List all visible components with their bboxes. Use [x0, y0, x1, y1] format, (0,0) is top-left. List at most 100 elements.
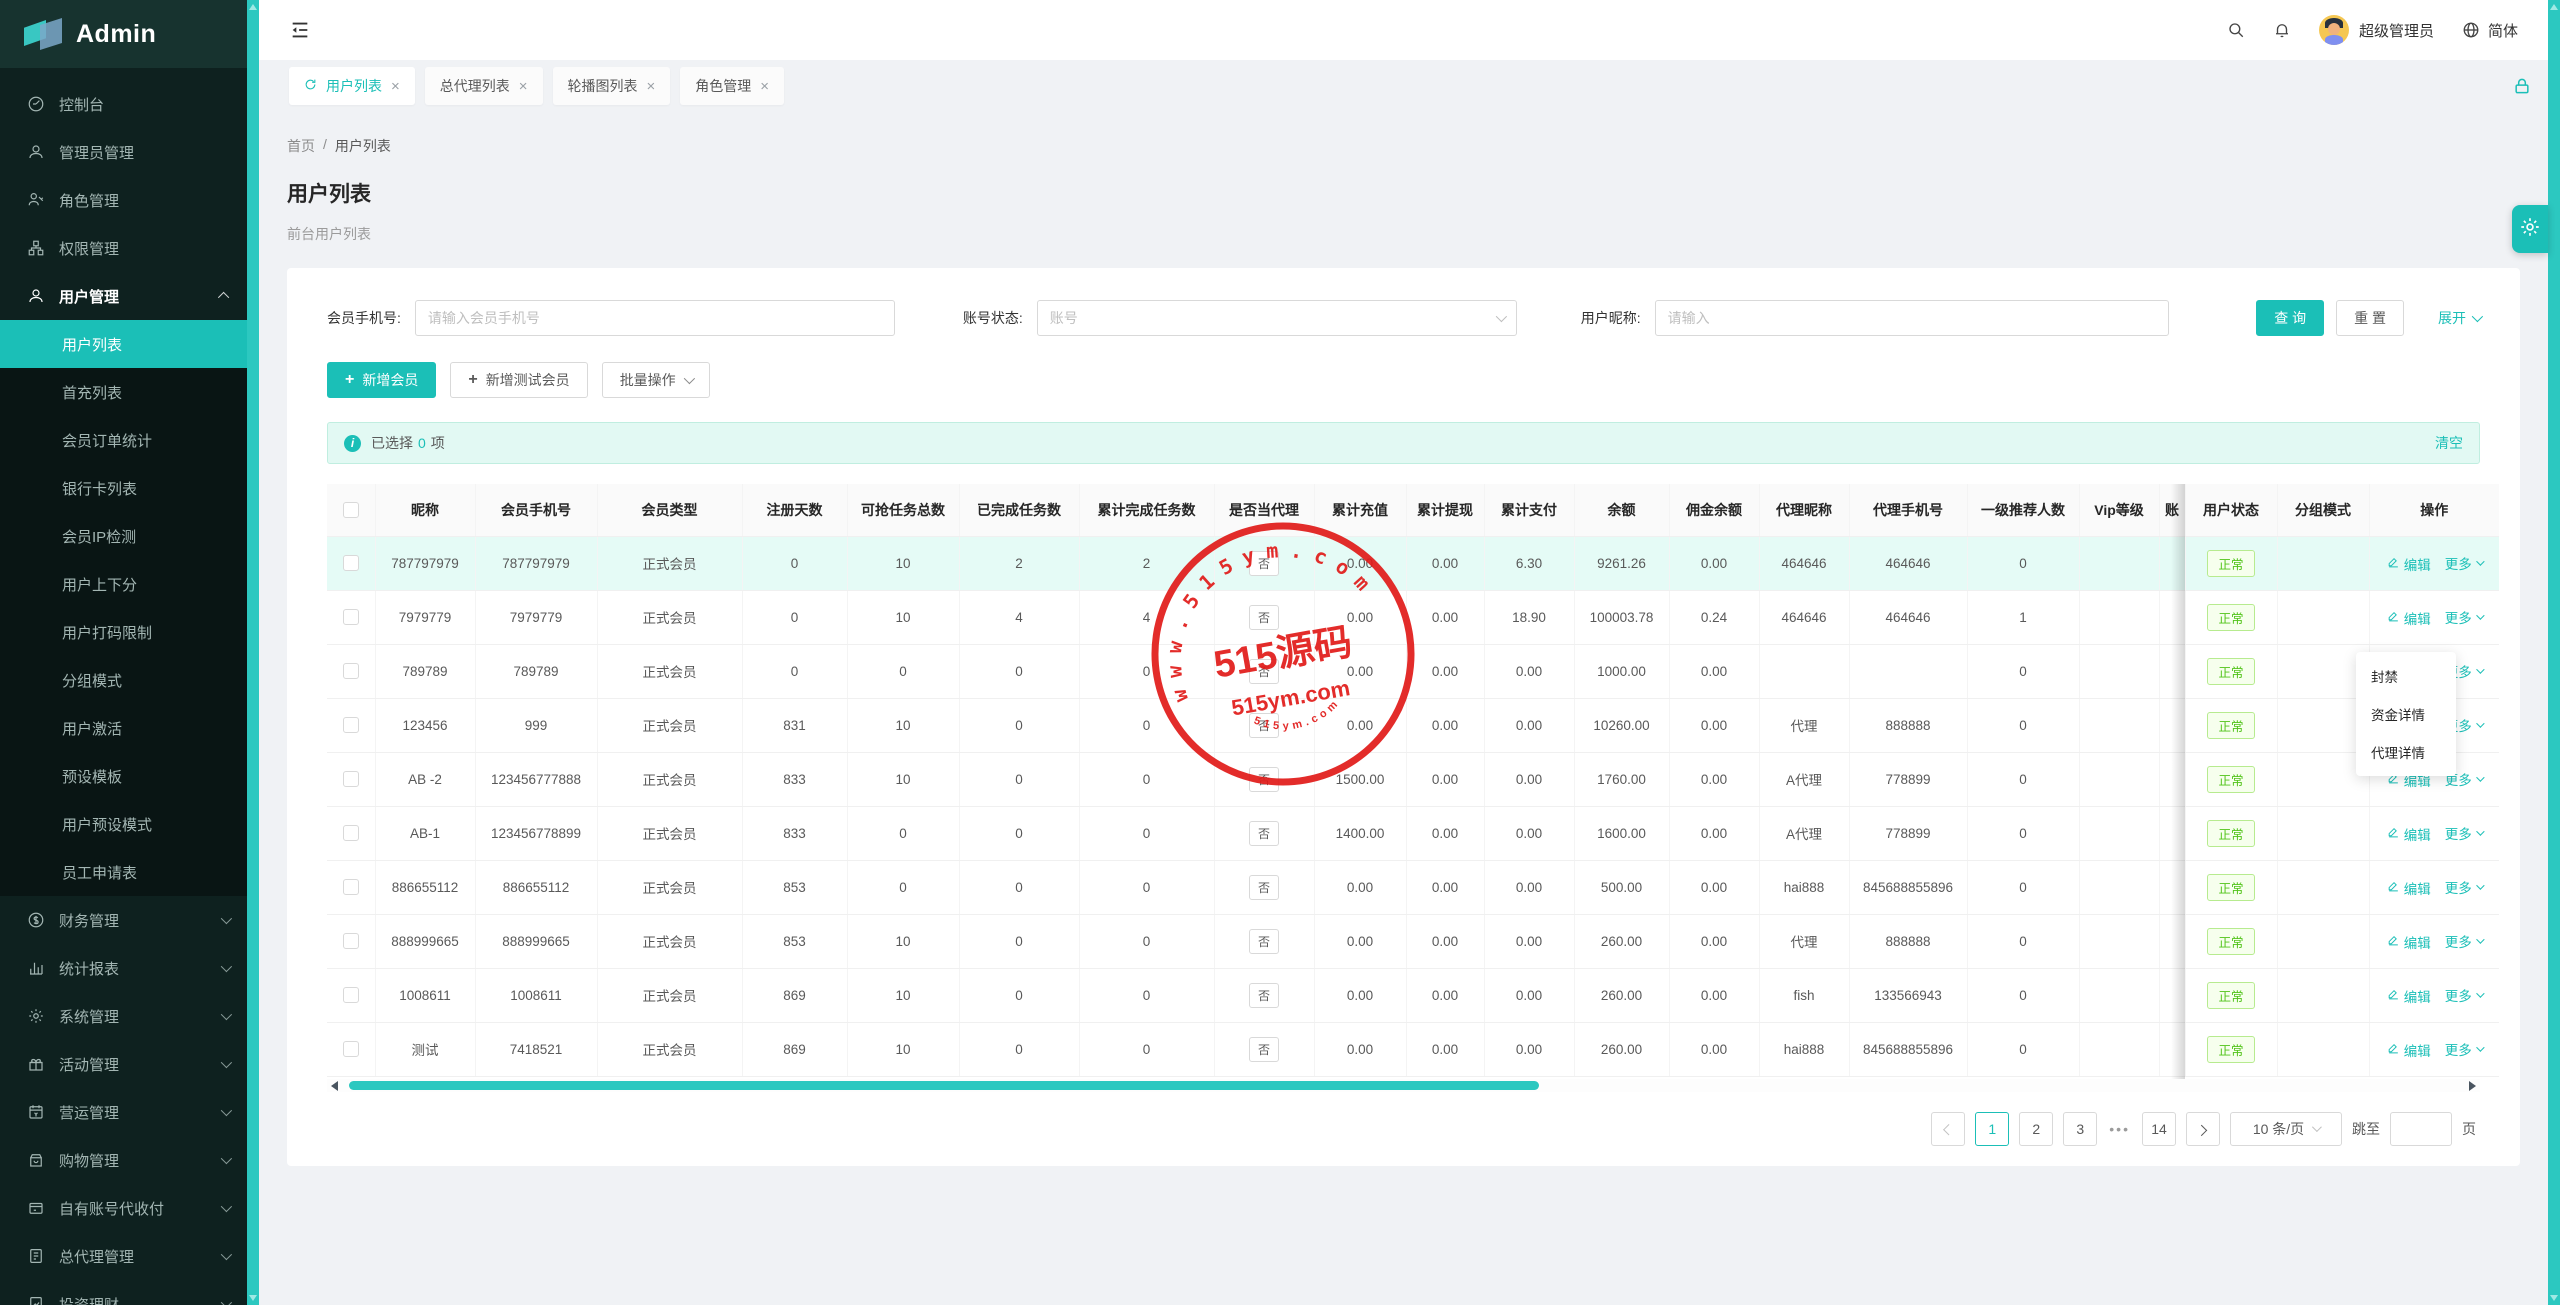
row-checkbox[interactable]: [343, 663, 359, 679]
tab-item[interactable]: 轮播图列表×: [553, 67, 671, 105]
menu-fold-icon[interactable]: [289, 19, 311, 41]
select-all-checkbox[interactable]: [343, 502, 359, 518]
page-scrollbar[interactable]: [2548, 0, 2560, 1305]
scroll-left-arrow[interactable]: [331, 1081, 338, 1091]
search-icon[interactable]: [2227, 21, 2245, 39]
edit-link[interactable]: 编辑: [2387, 554, 2431, 574]
sidebar-scrollbar[interactable]: [247, 0, 259, 1305]
page-button[interactable]: 1: [1975, 1112, 2009, 1146]
scroll-down-arrow[interactable]: [249, 1295, 257, 1301]
dropdown-item[interactable]: 资金详情: [2356, 695, 2456, 733]
sidebar-item-group[interactable]: 购物管理: [0, 1136, 247, 1184]
edit-link[interactable]: 编辑: [2387, 824, 2431, 844]
sidebar-item-top[interactable]: 管理员管理: [0, 128, 247, 176]
clear-selection-link[interactable]: 清空: [2435, 433, 2463, 453]
more-link[interactable]: 更多: [2445, 1039, 2482, 1059]
more-link[interactable]: 更多: [2445, 931, 2482, 951]
close-icon[interactable]: ×: [647, 79, 656, 94]
more-link[interactable]: 更多: [2445, 823, 2482, 843]
expand-toggle[interactable]: 展开: [2438, 308, 2480, 328]
page-button[interactable]: 14: [2142, 1112, 2176, 1146]
status-filter-select[interactable]: 账号: [1037, 300, 1517, 336]
sidebar-item-group[interactable]: 投资理财: [0, 1280, 247, 1305]
search-button[interactable]: 查 询: [2256, 300, 2324, 336]
user-menu[interactable]: 超级管理员: [2319, 15, 2434, 45]
row-checkbox[interactable]: [343, 933, 359, 949]
sidebar-item-group[interactable]: 营运管理: [0, 1088, 247, 1136]
phone-filter-input[interactable]: [415, 300, 895, 336]
settings-gear-button[interactable]: [2512, 205, 2548, 253]
sidebar-item-sub[interactable]: 首充列表: [0, 368, 247, 416]
row-checkbox[interactable]: [343, 771, 359, 787]
close-icon[interactable]: ×: [391, 79, 400, 94]
sidebar-item-group[interactable]: 自有账号代收付: [0, 1184, 247, 1232]
row-checkbox[interactable]: [343, 717, 359, 733]
sidebar-item-sub[interactable]: 会员IP检测: [0, 512, 247, 560]
refresh-icon[interactable]: [304, 78, 317, 94]
lock-icon[interactable]: [2512, 76, 2532, 96]
row-checkbox[interactable]: [343, 1041, 359, 1057]
sidebar-item-sub[interactable]: 用户上下分: [0, 560, 247, 608]
sidebar-item-sub[interactable]: 用户列表: [0, 320, 247, 368]
more-link[interactable]: 更多: [2445, 553, 2482, 573]
dropdown-item[interactable]: 封禁: [2356, 657, 2456, 695]
horizontal-scrollbar-thumb[interactable]: [349, 1081, 1539, 1090]
more-link[interactable]: 更多: [2445, 877, 2482, 897]
edit-link[interactable]: 编辑: [2387, 608, 2431, 628]
page-button[interactable]: 3: [2063, 1112, 2097, 1146]
language-switcher[interactable]: 简体: [2462, 20, 2518, 41]
jump-page-input[interactable]: [2390, 1112, 2452, 1146]
row-checkbox[interactable]: [343, 555, 359, 571]
more-link[interactable]: 更多: [2445, 607, 2482, 627]
sidebar-item-top[interactable]: 控制台: [0, 80, 247, 128]
row-checkbox[interactable]: [343, 987, 359, 1003]
selection-prefix: 已选择: [371, 433, 413, 453]
sidebar-item-sub[interactable]: 用户打码限制: [0, 608, 247, 656]
sidebar-item-sub[interactable]: 员工申请表: [0, 848, 247, 896]
sidebar-item-sub[interactable]: 分组模式: [0, 656, 247, 704]
scroll-up-arrow[interactable]: [249, 4, 257, 10]
edit-link[interactable]: 编辑: [2387, 986, 2431, 1006]
close-icon[interactable]: ×: [519, 79, 528, 94]
page-size-select[interactable]: 10 条/页: [2230, 1112, 2342, 1146]
sidebar-item-sub[interactable]: 会员订单统计: [0, 416, 247, 464]
sidebar-item-group[interactable]: 总代理管理: [0, 1232, 247, 1280]
reset-button[interactable]: 重 置: [2336, 300, 2404, 336]
nickname-filter-input[interactable]: [1655, 300, 2169, 336]
add-test-member-button[interactable]: + 新增测试会员: [450, 362, 587, 398]
more-link[interactable]: 更多: [2445, 985, 2482, 1005]
bell-icon[interactable]: [2273, 21, 2291, 39]
breadcrumb-home[interactable]: 首页: [287, 136, 315, 156]
sidebar-item-group[interactable]: 财务管理: [0, 896, 247, 944]
scroll-right-arrow[interactable]: [2469, 1081, 2476, 1091]
row-checkbox[interactable]: [343, 879, 359, 895]
edit-link[interactable]: 编辑: [2387, 878, 2431, 898]
tab-item[interactable]: 角色管理×: [680, 67, 784, 105]
edit-link[interactable]: 编辑: [2387, 932, 2431, 952]
sidebar-item-sub[interactable]: 用户激活: [0, 704, 247, 752]
sidebar-item-top[interactable]: 权限管理: [0, 224, 247, 272]
scroll-down-arrow[interactable]: [2550, 1295, 2558, 1301]
sidebar-item-group[interactable]: 系统管理: [0, 992, 247, 1040]
next-page-button[interactable]: [2186, 1112, 2220, 1146]
prev-page-button[interactable]: [1931, 1112, 1965, 1146]
sidebar-item-sub[interactable]: 用户预设模式: [0, 800, 247, 848]
sidebar-item-top[interactable]: 角色管理: [0, 176, 247, 224]
row-checkbox[interactable]: [343, 825, 359, 841]
scroll-up-arrow[interactable]: [2550, 4, 2558, 10]
sidebar-item-parent[interactable]: 用户管理: [0, 272, 247, 320]
sidebar-item-group[interactable]: 活动管理: [0, 1040, 247, 1088]
add-member-button[interactable]: + 新增会员: [327, 362, 436, 398]
edit-link[interactable]: 编辑: [2387, 1040, 2431, 1060]
tab-item[interactable]: 总代理列表×: [425, 67, 543, 105]
batch-actions-button[interactable]: 批量操作: [602, 362, 710, 398]
sidebar-item-sub[interactable]: 银行卡列表: [0, 464, 247, 512]
row-checkbox[interactable]: [343, 609, 359, 625]
tab-active[interactable]: 用户列表×: [289, 67, 415, 105]
app-logo[interactable]: Admin: [0, 0, 247, 68]
page-button[interactable]: 2: [2019, 1112, 2053, 1146]
dropdown-item[interactable]: 代理详情: [2356, 733, 2456, 771]
sidebar-item-group[interactable]: 统计报表: [0, 944, 247, 992]
close-icon[interactable]: ×: [760, 79, 769, 94]
sidebar-item-sub[interactable]: 预设模板: [0, 752, 247, 800]
